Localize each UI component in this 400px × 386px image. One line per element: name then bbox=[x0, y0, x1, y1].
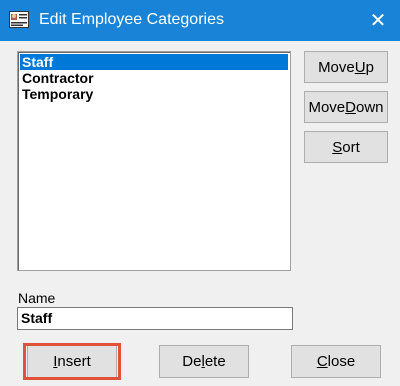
move-up-mnemonic: U bbox=[354, 58, 366, 76]
list-item[interactable]: Contractor bbox=[20, 70, 288, 86]
list-item[interactable]: Staff bbox=[20, 54, 288, 70]
close-window-icon[interactable]: ✕ bbox=[356, 0, 400, 41]
move-down-button[interactable]: Move Down bbox=[304, 91, 388, 123]
insert-button[interactable]: Insert bbox=[27, 345, 117, 378]
move-up-button[interactable]: Move Up bbox=[304, 51, 388, 83]
list-item[interactable]: Temporary bbox=[20, 86, 288, 102]
title-bar[interactable]: Edit Employee Categories ✕ bbox=[0, 0, 400, 41]
window-title: Edit Employee Categories bbox=[39, 11, 224, 28]
close-mnemonic: C bbox=[316, 353, 328, 370]
close-button[interactable]: Close bbox=[291, 345, 381, 378]
category-listbox[interactable]: Staff Contractor Temporary bbox=[17, 51, 291, 271]
sort-button[interactable]: Sort bbox=[304, 131, 388, 163]
move-down-label-rest: own bbox=[356, 98, 384, 116]
name-label: Name bbox=[18, 290, 56, 306]
delete-label: De bbox=[182, 353, 202, 370]
sort-mnemonic: S bbox=[332, 138, 343, 156]
sort-label-rest: ort bbox=[342, 138, 360, 156]
delete-label-rest: ete bbox=[204, 353, 226, 370]
name-input[interactable]: Staff bbox=[17, 307, 293, 330]
employee-card-icon bbox=[9, 11, 29, 28]
move-down-label: Move bbox=[308, 98, 346, 116]
insert-label-rest: nsert bbox=[57, 353, 91, 370]
move-up-label: Move bbox=[318, 58, 355, 76]
close-label-rest: lose bbox=[327, 353, 356, 370]
move-up-label-rest: p bbox=[365, 58, 374, 76]
move-down-mnemonic: D bbox=[345, 98, 356, 116]
delete-button[interactable]: De l ete bbox=[159, 345, 249, 378]
